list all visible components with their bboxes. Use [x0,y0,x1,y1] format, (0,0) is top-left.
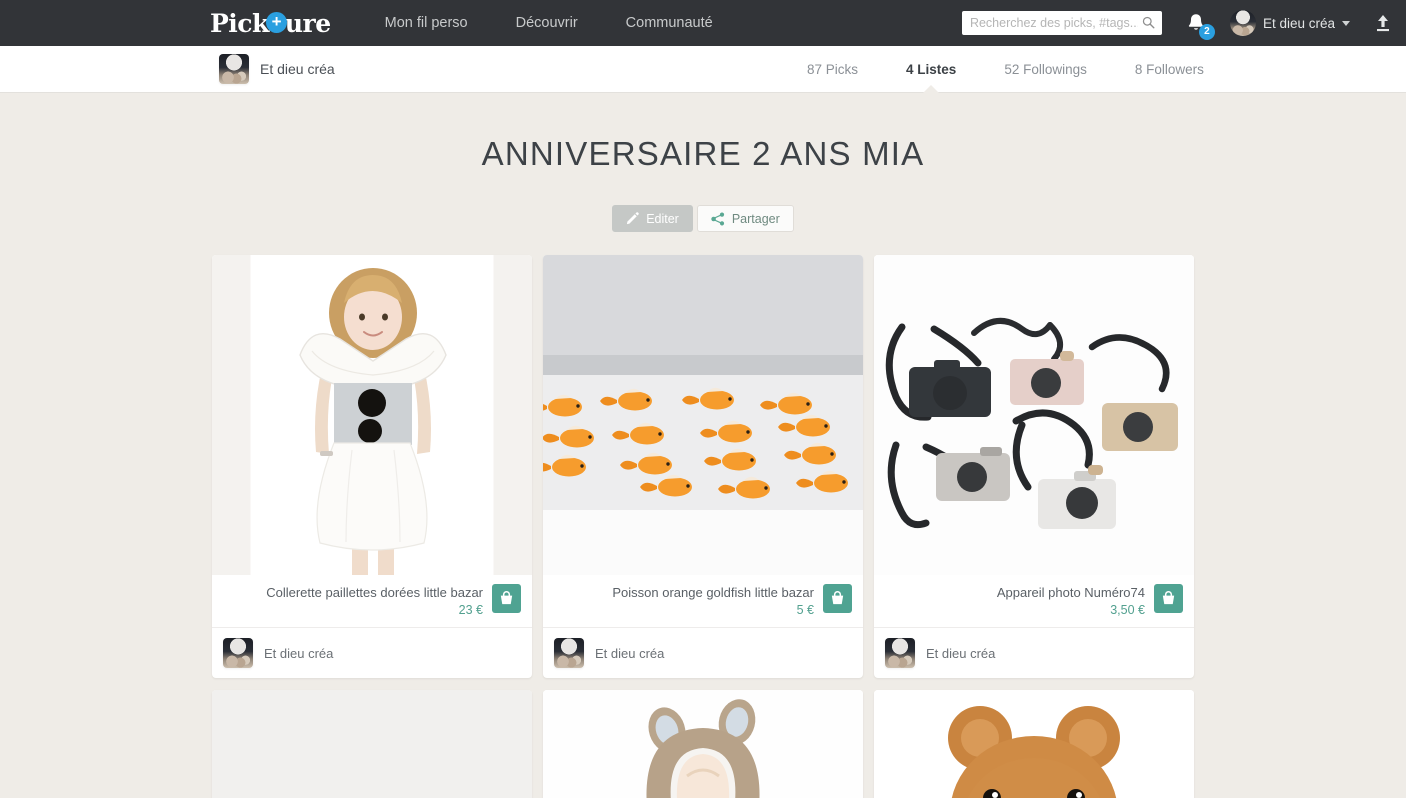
pick-meta: Poisson orange goldfish little bazar 5 € [543,575,863,628]
edit-button[interactable]: Editer [612,205,693,232]
pick-image[interactable] [874,255,1194,575]
edit-button-label: Editer [646,211,679,226]
nav-item-decouvrir[interactable]: Découvrir [492,15,602,31]
pick-title: Poisson orange goldfish little bazar [612,585,814,600]
pick-author-name: Et dieu créa [595,645,665,661]
tab-followings[interactable]: 52 Followings [980,46,1111,92]
pick-title: Appareil photo Numéro74 [996,585,1145,600]
shopping-basket-icon [831,591,844,605]
pick-price: 5 € [796,603,814,617]
pick-image[interactable] [874,690,1194,798]
shopping-basket-button[interactable] [492,584,521,613]
pick-card: Poisson orange goldfish little bazar 5 €… [543,255,863,678]
pick-image[interactable] [212,690,532,798]
search-box[interactable] [961,11,1162,35]
shopping-basket-button[interactable] [823,584,852,613]
pick-card: Appareil photo Numéro74 3,50 € Et dieu c… [874,255,1194,678]
pick-author[interactable]: Et dieu créa [212,628,532,678]
search-input[interactable] [961,11,1162,35]
pick-cards-grid: Collerette paillettes dorées little baza… [212,255,1194,798]
nav-item-mon-fil-perso[interactable]: Mon fil perso [361,15,492,31]
tab-picks[interactable]: 87 Picks [783,46,882,92]
chevron-down-icon [1342,20,1350,26]
notifications-button[interactable]: 2 [1184,11,1215,40]
shopping-basket-icon [1162,591,1175,605]
header-right-controls: 2 Et dieu créa [961,0,1406,46]
pick-meta: Collerette paillettes dorées little baza… [212,575,532,628]
pick-card: Collerette paillettes dorées little baza… [212,255,532,678]
main-nav: Mon fil perso Découvrir Communauté [361,15,737,31]
upload-button[interactable] [1374,13,1392,33]
pick-price: 3,50 € [1110,603,1145,617]
avatar [223,638,253,668]
upload-icon [1377,15,1389,32]
nav-item-communaute[interactable]: Communauté [602,15,737,31]
shopping-basket-icon [500,591,513,605]
site-logo[interactable]: Pick + ure [210,9,331,38]
logo-prefix: Pick [210,8,269,38]
pick-author[interactable]: Et dieu créa [874,628,1194,678]
pick-image[interactable] [543,255,863,575]
avatar [885,638,915,668]
notification-count-badge: 2 [1198,24,1215,40]
tab-listes[interactable]: 4 Listes [882,46,980,92]
share-button-label: Partager [731,211,780,226]
pick-image[interactable] [543,690,863,798]
profile-stats-tabs: 87 Picks 4 Listes 52 Followings 8 Follow… [783,46,1228,92]
avatar [1229,10,1256,36]
pick-card [543,690,863,798]
pick-price: 23 € [458,603,483,617]
list-actions: Editer Partager [0,205,1406,232]
logo-plus-icon: + [265,11,287,33]
pick-author[interactable]: Et dieu créa [543,628,863,678]
avatar [219,54,249,84]
top-navigation-bar: Pick + ure Mon fil perso Découvrir Communa… [0,0,1406,46]
share-icon [711,212,725,226]
profile-user-link[interactable]: Et dieu créa [219,54,335,84]
tab-followers[interactable]: 8 Followers [1111,46,1228,92]
pick-title: Collerette paillettes dorées little baza… [266,585,483,600]
pick-author-name: Et dieu créa [264,645,334,661]
user-menu-label: Et dieu créa [1262,15,1335,31]
page-title: ANNIVERSAIRE 2 ANS MIA [481,135,925,172]
pick-meta: Appareil photo Numéro74 3,50 € [874,575,1194,628]
list-page: ANNIVERSAIRE 2 ANS MIA Editer Partager C… [0,93,1406,798]
profile-user-name: Et dieu créa [260,61,335,77]
share-button[interactable]: Partager [696,205,794,232]
avatar [554,638,584,668]
pick-card [212,690,532,798]
pick-author-name: Et dieu créa [926,645,996,661]
pencil-icon [626,212,639,225]
pick-image[interactable] [212,255,532,575]
shopping-basket-button[interactable] [1154,584,1183,613]
pick-card [874,690,1194,798]
user-menu[interactable]: Et dieu créa [1229,10,1350,36]
profile-bar: Et dieu créa 87 Picks 4 Listes 52 Follow… [0,46,1406,93]
logo-suffix: ure [284,8,331,38]
